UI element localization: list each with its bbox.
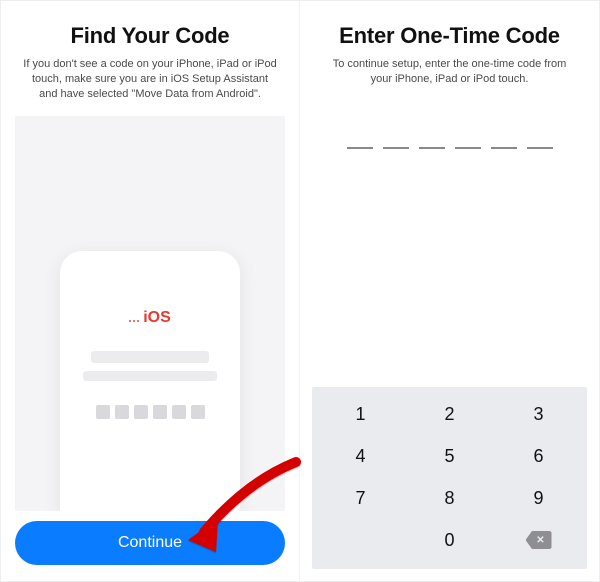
placeholder-bar [83, 371, 217, 381]
key-empty [316, 519, 405, 561]
find-code-panel: Find Your Code If you don't see a code o… [1, 1, 300, 581]
key-4[interactable]: 4 [316, 435, 405, 477]
key-5[interactable]: 5 [405, 435, 494, 477]
backspace-icon [526, 531, 552, 549]
illustration-area: iOS [15, 116, 285, 511]
key-backspace[interactable] [494, 519, 583, 561]
key-8[interactable]: 8 [405, 477, 494, 519]
key-1[interactable]: 1 [316, 393, 405, 435]
enter-code-title: Enter One-Time Code [312, 23, 587, 49]
code-placeholder-squares [96, 405, 205, 419]
ios-brand-text: iOS [143, 309, 171, 327]
key-6[interactable]: 6 [494, 435, 583, 477]
key-9[interactable]: 9 [494, 477, 583, 519]
key-2[interactable]: 2 [405, 393, 494, 435]
placeholder-bar [91, 351, 209, 363]
enter-code-subtitle: To continue setup, enter the one-time co… [322, 57, 577, 87]
iphone-illustration: iOS [60, 251, 240, 511]
move-to-ios-logo: iOS [129, 309, 171, 327]
find-code-title: Find Your Code [13, 23, 287, 49]
code-input-slots[interactable] [312, 129, 587, 149]
find-code-subtitle: If you don't see a code on your iPhone, … [23, 57, 277, 102]
key-7[interactable]: 7 [316, 477, 405, 519]
key-3[interactable]: 3 [494, 393, 583, 435]
continue-button[interactable]: Continue [15, 521, 285, 565]
numeric-keypad: 1 2 3 4 5 6 7 8 9 0 [312, 387, 587, 569]
key-0[interactable]: 0 [405, 519, 494, 561]
enter-code-panel: Enter One-Time Code To continue setup, e… [300, 1, 599, 581]
